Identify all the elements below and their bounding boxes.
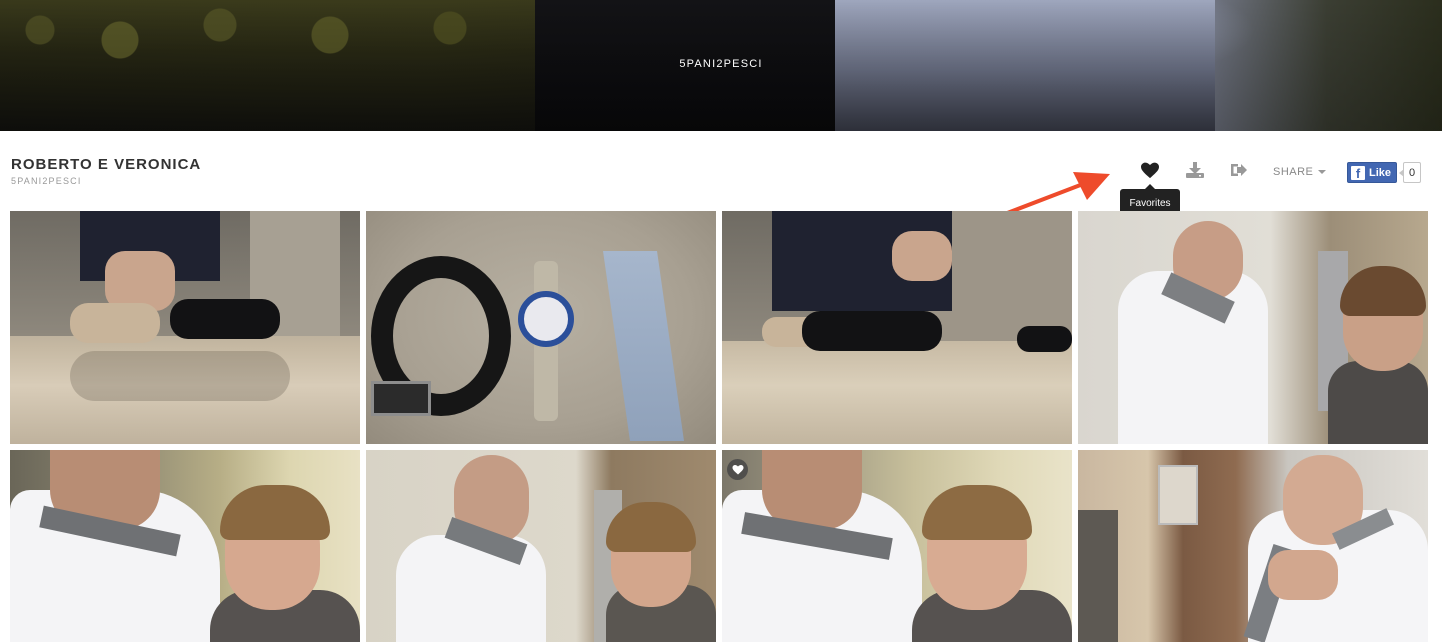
cover-image: 5PANI2PESCI — [0, 0, 1442, 131]
like-label: Like — [1369, 166, 1392, 179]
facebook-icon: f — [1351, 165, 1365, 181]
heart-icon — [1141, 162, 1159, 179]
sign-in-button[interactable] — [1228, 160, 1250, 180]
gallery-title: ROBERTO E VERONICA — [11, 156, 202, 173]
photo-thumbnail[interactable] — [722, 211, 1072, 444]
share-label: SHARE — [1273, 166, 1314, 178]
share-dropdown[interactable]: SHARE — [1273, 166, 1327, 178]
favorites-button[interactable] — [1139, 160, 1161, 180]
chevron-down-icon — [1318, 170, 1327, 175]
photo-thumbnail[interactable] — [10, 450, 360, 642]
sign-in-icon — [1231, 164, 1247, 176]
photo-thumbnail[interactable] — [366, 450, 716, 642]
photo-thumbnail[interactable] — [10, 211, 360, 444]
download-icon — [1186, 162, 1204, 178]
photo-thumbnail[interactable] — [1078, 211, 1428, 444]
like-count: 0 — [1398, 162, 1422, 183]
download-button[interactable] — [1184, 160, 1206, 180]
gallery-subtitle[interactable]: 5PANI2PESCI — [11, 176, 82, 186]
heart-icon — [732, 465, 743, 475]
facebook-like-widget: f Like 0 — [1347, 162, 1422, 183]
facebook-like-button[interactable]: f Like — [1347, 162, 1398, 183]
cover-brand[interactable]: 5PANI2PESCI — [0, 58, 1442, 70]
photo-thumbnail[interactable] — [366, 211, 716, 444]
favorite-badge[interactable] — [727, 459, 748, 480]
photo-thumbnail[interactable] — [722, 450, 1072, 642]
photo-thumbnail[interactable] — [1078, 450, 1428, 642]
